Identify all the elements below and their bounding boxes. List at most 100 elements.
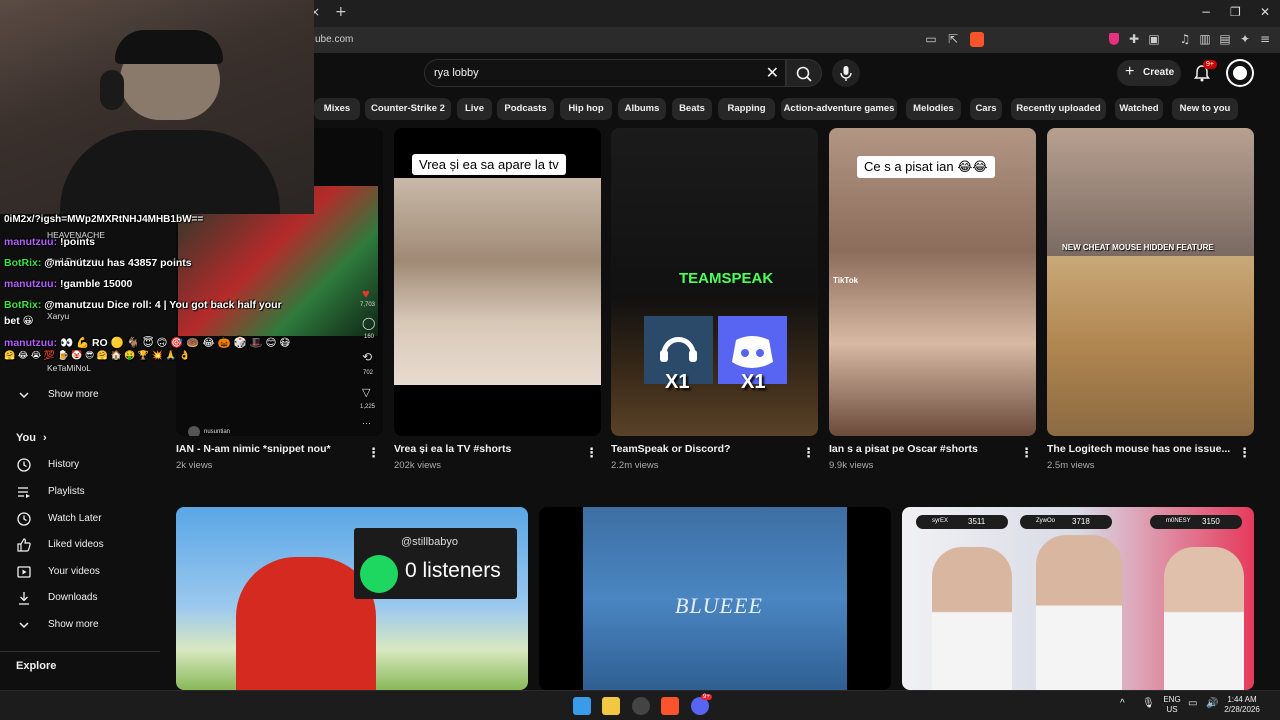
chip-albums[interactable]: Albums xyxy=(618,98,666,120)
chip-watched[interactable]: Watched xyxy=(1115,98,1163,120)
video-thumbnail-3[interactable]: syrEX 3511 ZywOo 3718 m0NESY 3150 xyxy=(902,507,1254,690)
more-options-icon[interactable]: ⋮ xyxy=(802,446,815,461)
player-tag-3: m0NESY 3150 xyxy=(1150,515,1242,529)
more-options-icon[interactable]: ⋮ xyxy=(367,446,380,461)
url-field[interactable]: ube.com xyxy=(315,34,353,45)
chat-text: 👀 💪 RO 🟡 🐐 😇 🙃 🎯 🍩 😂 🎃 🎲 🎩 😊 😷 xyxy=(57,337,291,349)
short-title-5[interactable]: The Logitech mouse has one issue... xyxy=(1047,443,1230,455)
short-thumbnail-2[interactable]: Vrea și ea sa apare la tv xyxy=(394,128,601,436)
comment-icon[interactable]: ◯ xyxy=(362,316,375,330)
chip-mixes[interactable]: Mixes xyxy=(314,98,360,120)
heart-icon[interactable]: ♥ xyxy=(362,286,370,301)
chat-text: @manutzuu has 43857 points xyxy=(41,257,192,269)
short-title-1[interactable]: IAN - N-am nimic *snippet nou* xyxy=(176,443,331,455)
search-input[interactable]: rya lobby ✕ xyxy=(424,59,786,87)
chat-user: manutzuu: xyxy=(4,278,58,290)
sidebar-icon[interactable]: ▥ xyxy=(1198,32,1212,46)
sidebar-item-label: Show more xyxy=(48,619,99,630)
file-explorer-icon[interactable] xyxy=(602,697,620,715)
short-views-4: 9.9k views xyxy=(829,460,874,471)
chip-cars[interactable]: Cars xyxy=(970,98,1002,120)
sidebar-item-liked-videos[interactable]: Liked videos xyxy=(0,532,160,558)
minimize-button[interactable]: − xyxy=(1201,5,1211,19)
playlists-icon xyxy=(18,487,30,498)
chevron-down-icon xyxy=(19,392,29,399)
maximize-button[interactable]: ❐ xyxy=(1230,5,1241,19)
tab-group-icon[interactable]: ▣ xyxy=(1147,32,1161,46)
sidebar-item-playlists[interactable]: Playlists xyxy=(0,479,160,505)
voice-search-button[interactable] xyxy=(832,59,860,87)
volume-icon[interactable]: 🔊 xyxy=(1206,699,1218,709)
microphone-tray-icon[interactable]: 🎙 xyxy=(1142,699,1155,709)
chip-podcasts[interactable]: Podcasts xyxy=(497,98,554,120)
repost-icon[interactable]: ⟲ xyxy=(362,350,372,364)
clock[interactable]: 1:44 AM 2/28/2026 xyxy=(1224,695,1260,715)
obs-icon[interactable] xyxy=(632,697,650,715)
search-icon xyxy=(796,66,812,82)
windows-start-icon[interactable] xyxy=(573,697,591,715)
create-button[interactable]: + Create xyxy=(1117,60,1181,86)
chip-new-to-you[interactable]: New to you xyxy=(1172,98,1238,120)
channel-avatar xyxy=(188,426,200,436)
chip-counter-strike-2[interactable]: Counter-Strike 2 xyxy=(365,98,451,120)
sidebar-item-label: Watch Later xyxy=(48,513,102,524)
tray-overflow-icon[interactable]: ^ xyxy=(1120,699,1125,709)
more-options-icon[interactable]: ⋮ xyxy=(585,446,598,461)
language-indicator[interactable]: ENG US xyxy=(1162,695,1182,715)
short-views-1: 2k views xyxy=(176,460,213,471)
new-tab-button[interactable]: + xyxy=(335,4,347,20)
brave-icon[interactable] xyxy=(661,697,679,715)
avatar[interactable] xyxy=(1228,61,1252,85)
sidebar-divider xyxy=(0,651,160,652)
short-thumbnail-3[interactable]: TEAMSPEAK X1 X1 xyxy=(611,128,818,436)
brave-shield-icon[interactable] xyxy=(970,32,984,47)
player-name: m0NESY xyxy=(1166,518,1191,524)
player-rating: 3150 xyxy=(1202,517,1220,526)
wallet-icon[interactable]: ▤ xyxy=(1218,32,1232,46)
leo-ai-icon[interactable]: ✦ xyxy=(1238,32,1252,46)
time-text: 1:44 AM xyxy=(1227,695,1257,704)
menu-icon[interactable]: ≡ xyxy=(1258,32,1272,46)
search-query[interactable]: rya lobby xyxy=(434,67,479,79)
short-caption: Vrea și ea sa apare la tv xyxy=(412,154,566,175)
short-overlay-text: NEW CHEAT MOUSE HIDDEN FEATURE xyxy=(1062,243,1214,252)
more-options-icon[interactable]: ⋮ xyxy=(1238,446,1251,461)
extensions-icon[interactable]: ✚ xyxy=(1127,32,1141,46)
short-thumbnail-4[interactable]: Ce s a pisat ian 😂😂 TikTok xyxy=(829,128,1036,436)
sidebar-item-history[interactable]: History xyxy=(0,452,160,478)
send-icon[interactable]: ▽ xyxy=(362,386,370,399)
chip-hip-hop[interactable]: Hip hop xyxy=(560,98,612,120)
player-rating: 3718 xyxy=(1072,517,1090,526)
video-thumbnail-2[interactable]: BLUEEE xyxy=(539,507,891,690)
chip-melodies[interactable]: Melodies xyxy=(906,98,961,120)
sidebar-show-more-top[interactable]: Show more xyxy=(0,382,160,408)
chat-user: manutzuu: xyxy=(4,337,58,349)
sidebar-item-downloads[interactable]: Downloads xyxy=(0,585,160,611)
extension-shield-icon[interactable] xyxy=(1109,33,1119,45)
player-name: syrEX xyxy=(932,518,949,524)
network-icon[interactable]: ▭ xyxy=(1188,699,1197,709)
sidebar-item-your-videos[interactable]: Your videos xyxy=(0,559,160,585)
chip-live[interactable]: Live xyxy=(457,98,492,120)
more-options-icon[interactable]: ⋮ xyxy=(1020,446,1033,461)
sidebar-you-header[interactable]: You › xyxy=(16,432,47,444)
sidebar-show-more-bottom[interactable]: Show more xyxy=(0,612,160,638)
chip-action-adventure-games[interactable]: Action-adventure games xyxy=(781,98,897,120)
share-icon[interactable]: ⇱ xyxy=(946,32,960,46)
short-title-4[interactable]: Ian s a pisat pe Oscar #shorts xyxy=(829,443,978,455)
music-icon[interactable]: ♫ xyxy=(1178,32,1192,46)
cast-icon[interactable]: ▭ xyxy=(924,32,938,46)
video-thumbnail-1[interactable]: @stillbabyo 0 listeners xyxy=(176,507,528,690)
search-button[interactable] xyxy=(786,59,822,87)
chip-rapping[interactable]: Rapping xyxy=(718,98,775,120)
clear-search-icon[interactable]: ✕ xyxy=(766,63,779,82)
chip-recently-uploaded[interactable]: Recently uploaded xyxy=(1011,98,1106,120)
chip-beats[interactable]: Beats xyxy=(672,98,712,120)
chevron-right-icon: › xyxy=(43,432,47,444)
more-icon[interactable]: ··· xyxy=(362,418,371,428)
close-window-button[interactable]: ✕ xyxy=(1260,5,1270,19)
short-title-3[interactable]: TeamSpeak or Discord? xyxy=(611,443,730,455)
short-thumbnail-5[interactable]: NEW CHEAT MOUSE HIDDEN FEATURE xyxy=(1047,128,1254,436)
sidebar-item-watch-later[interactable]: Watch Later xyxy=(0,506,160,532)
short-title-2[interactable]: Vrea și ea la TV #shorts xyxy=(394,443,511,455)
